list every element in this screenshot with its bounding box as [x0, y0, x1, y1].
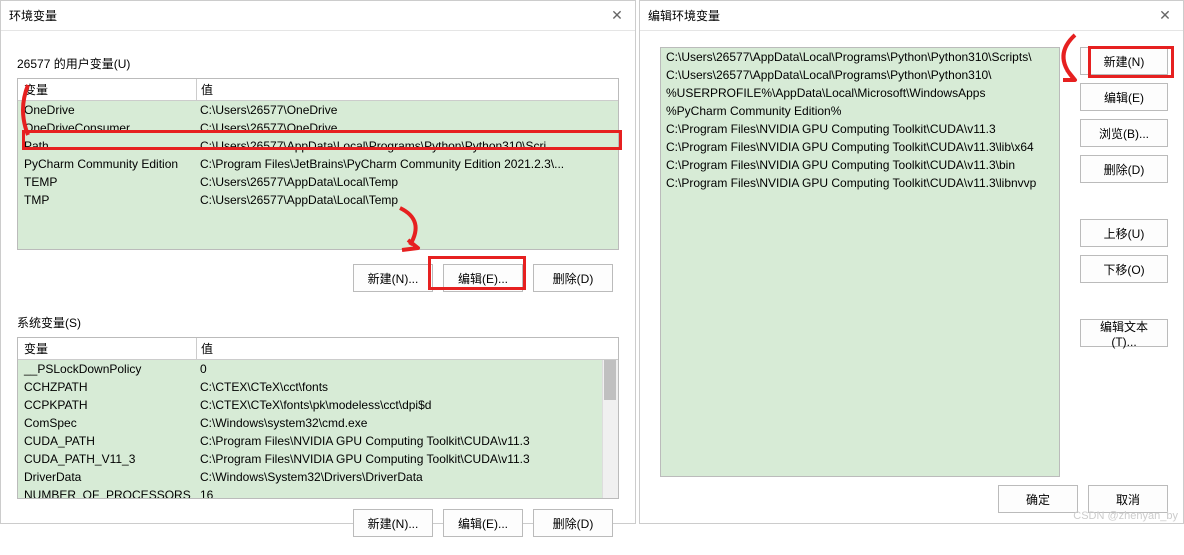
move-down-button[interactable]: 下移(O) — [1080, 255, 1168, 283]
close-icon[interactable]: ✕ — [1155, 5, 1175, 25]
var-name: TEMP — [18, 175, 196, 189]
dialog-title: 编辑环境变量 — [648, 7, 720, 24]
list-item[interactable]: C:\Program Files\NVIDIA GPU Computing To… — [661, 156, 1059, 174]
edit-button[interactable]: 编辑(E)... — [443, 264, 523, 292]
list-item[interactable]: C:\Program Files\NVIDIA GPU Computing To… — [661, 174, 1059, 192]
var-name: DriverData — [18, 470, 196, 484]
var-name: Path — [18, 139, 196, 153]
table-row[interactable]: CCHZPATHC:\CTEX\CTeX\cct\fonts — [18, 378, 618, 396]
right-button-column: 新建(N) 编辑(E) 浏览(B)... 删除(D) 上移(U) 下移(O) 编… — [1080, 47, 1168, 347]
watermark: CSDN @zhenyan_by — [1073, 510, 1178, 522]
table-row[interactable]: ComSpecC:\Windows\system32\cmd.exe — [18, 414, 618, 432]
var-name: __PSLockDownPolicy — [18, 362, 196, 376]
col-header-val[interactable]: 值 — [197, 340, 618, 357]
list-item[interactable]: C:\Users\26577\AppData\Local\Programs\Py… — [661, 48, 1059, 66]
bottom-button-row: 确定 取消 — [998, 485, 1168, 513]
ok-button[interactable]: 确定 — [998, 485, 1078, 513]
list-item[interactable]: C:\Program Files\NVIDIA GPU Computing To… — [661, 120, 1059, 138]
scrollbar-thumb[interactable] — [604, 360, 616, 400]
var-value: C:\Windows\System32\Drivers\DriverData — [196, 470, 618, 484]
sys-vars-label: 系统变量(S) — [17, 314, 619, 331]
table-row[interactable]: PyCharm Community EditionC:\Program File… — [18, 155, 618, 173]
new-button[interactable]: 新建(N) — [1080, 47, 1168, 75]
var-value: C:\Users\26577\OneDrive — [196, 103, 618, 117]
user-vars-table: 变量 值 OneDriveC:\Users\26577\OneDrive One… — [17, 78, 619, 250]
user-btn-row: 新建(N)... 编辑(E)... 删除(D) — [17, 250, 619, 300]
user-vars-label: 26577 的用户变量(U) — [17, 55, 619, 72]
dialog-content: 26577 的用户变量(U) 变量 值 OneDriveC:\Users\265… — [1, 31, 635, 555]
var-value: 0 — [196, 362, 618, 376]
var-name: PyCharm Community Edition — [18, 157, 196, 171]
path-list[interactable]: C:\Users\26577\AppData\Local\Programs\Py… — [660, 47, 1060, 477]
table-row[interactable]: __PSLockDownPolicy0 — [18, 360, 618, 378]
table-row[interactable]: NUMBER_OF_PROCESSORS16 — [18, 486, 618, 498]
edit-text-button[interactable]: 编辑文本(T)... — [1080, 319, 1168, 347]
var-value: C:\Users\26577\AppData\Local\Temp — [196, 175, 618, 189]
table-row[interactable]: OneDriveConsumerC:\Users\26577\OneDrive — [18, 119, 618, 137]
var-name: TMP — [18, 193, 196, 207]
var-value: C:\Program Files\NVIDIA GPU Computing To… — [196, 434, 618, 448]
env-vars-dialog: 环境变量 ✕ 26577 的用户变量(U) 变量 值 OneDriveC:\Us… — [0, 0, 636, 524]
var-value: C:\CTEX\CTeX\fonts\pk\modeless\cct\dpi$d — [196, 398, 618, 412]
table-row[interactable]: TMPC:\Users\26577\AppData\Local\Temp — [18, 191, 618, 209]
table-row[interactable]: PathC:\Users\26577\AppData\Local\Program… — [18, 137, 618, 155]
close-icon[interactable]: ✕ — [607, 5, 627, 25]
table-row[interactable]: CCPKPATHC:\CTEX\CTeX\fonts\pk\modeless\c… — [18, 396, 618, 414]
dialog-title: 环境变量 — [9, 7, 57, 24]
titlebar: 编辑环境变量 ✕ — [640, 1, 1183, 31]
list-item[interactable]: C:\Program Files\NVIDIA GPU Computing To… — [661, 138, 1059, 156]
edit-button[interactable]: 编辑(E)... — [443, 509, 523, 537]
var-name: CCPKPATH — [18, 398, 196, 412]
table-row[interactable]: DriverDataC:\Windows\System32\Drivers\Dr… — [18, 468, 618, 486]
var-value: C:\Program Files\NVIDIA GPU Computing To… — [196, 452, 618, 466]
var-name: OneDrive — [18, 103, 196, 117]
spacer — [1080, 291, 1168, 311]
list-item[interactable]: %USERPROFILE%\AppData\Local\Microsoft\Wi… — [661, 84, 1059, 102]
sys-vars-table: 变量 值 __PSLockDownPolicy0 CCHZPATHC:\CTEX… — [17, 337, 619, 499]
col-header-val[interactable]: 值 — [197, 81, 618, 98]
col-header-var[interactable]: 变量 — [18, 81, 196, 98]
var-value: C:\Users\26577\AppData\Local\Programs\Py… — [196, 139, 618, 153]
var-name: CCHZPATH — [18, 380, 196, 394]
browse-button[interactable]: 浏览(B)... — [1080, 119, 1168, 147]
scrollbar[interactable] — [602, 360, 618, 498]
spacer — [1080, 191, 1168, 211]
move-up-button[interactable]: 上移(U) — [1080, 219, 1168, 247]
new-button[interactable]: 新建(N)... — [353, 264, 433, 292]
var-name: OneDriveConsumer — [18, 121, 196, 135]
var-value: 16 — [196, 488, 618, 498]
table-header: 变量 值 — [18, 338, 618, 360]
delete-button[interactable]: 删除(D) — [1080, 155, 1168, 183]
var-name: CUDA_PATH_V11_3 — [18, 452, 196, 466]
sys-btn-row: 新建(N)... 编辑(E)... 删除(D) — [17, 499, 619, 545]
delete-button[interactable]: 删除(D) — [533, 264, 613, 292]
titlebar: 环境变量 ✕ — [1, 1, 635, 31]
table-row[interactable]: OneDriveC:\Users\26577\OneDrive — [18, 101, 618, 119]
var-value: C:\Windows\system32\cmd.exe — [196, 416, 618, 430]
var-name: CUDA_PATH — [18, 434, 196, 448]
var-value: C:\Users\26577\OneDrive — [196, 121, 618, 135]
var-name: NUMBER_OF_PROCESSORS — [18, 488, 196, 498]
new-button[interactable]: 新建(N)... — [353, 509, 433, 537]
edit-button[interactable]: 编辑(E) — [1080, 83, 1168, 111]
list-item[interactable]: %PyCharm Community Edition% — [661, 102, 1059, 120]
var-value: C:\Program Files\JetBrains\PyCharm Commu… — [196, 157, 618, 171]
table-row[interactable]: CUDA_PATHC:\Program Files\NVIDIA GPU Com… — [18, 432, 618, 450]
edit-env-var-dialog: 编辑环境变量 ✕ C:\Users\26577\AppData\Local\Pr… — [639, 0, 1184, 524]
delete-button[interactable]: 删除(D) — [533, 509, 613, 537]
col-header-var[interactable]: 变量 — [18, 340, 196, 357]
var-name: ComSpec — [18, 416, 196, 430]
table-row[interactable]: CUDA_PATH_V11_3C:\Program Files\NVIDIA G… — [18, 450, 618, 468]
var-value: C:\CTEX\CTeX\cct\fonts — [196, 380, 618, 394]
table-header: 变量 值 — [18, 79, 618, 101]
sys-vars-body[interactable]: __PSLockDownPolicy0 CCHZPATHC:\CTEX\CTeX… — [18, 360, 618, 498]
user-vars-body[interactable]: OneDriveC:\Users\26577\OneDrive OneDrive… — [18, 101, 618, 249]
table-row[interactable]: TEMPC:\Users\26577\AppData\Local\Temp — [18, 173, 618, 191]
cancel-button[interactable]: 取消 — [1088, 485, 1168, 513]
list-item[interactable]: C:\Users\26577\AppData\Local\Programs\Py… — [661, 66, 1059, 84]
var-value: C:\Users\26577\AppData\Local\Temp — [196, 193, 618, 207]
